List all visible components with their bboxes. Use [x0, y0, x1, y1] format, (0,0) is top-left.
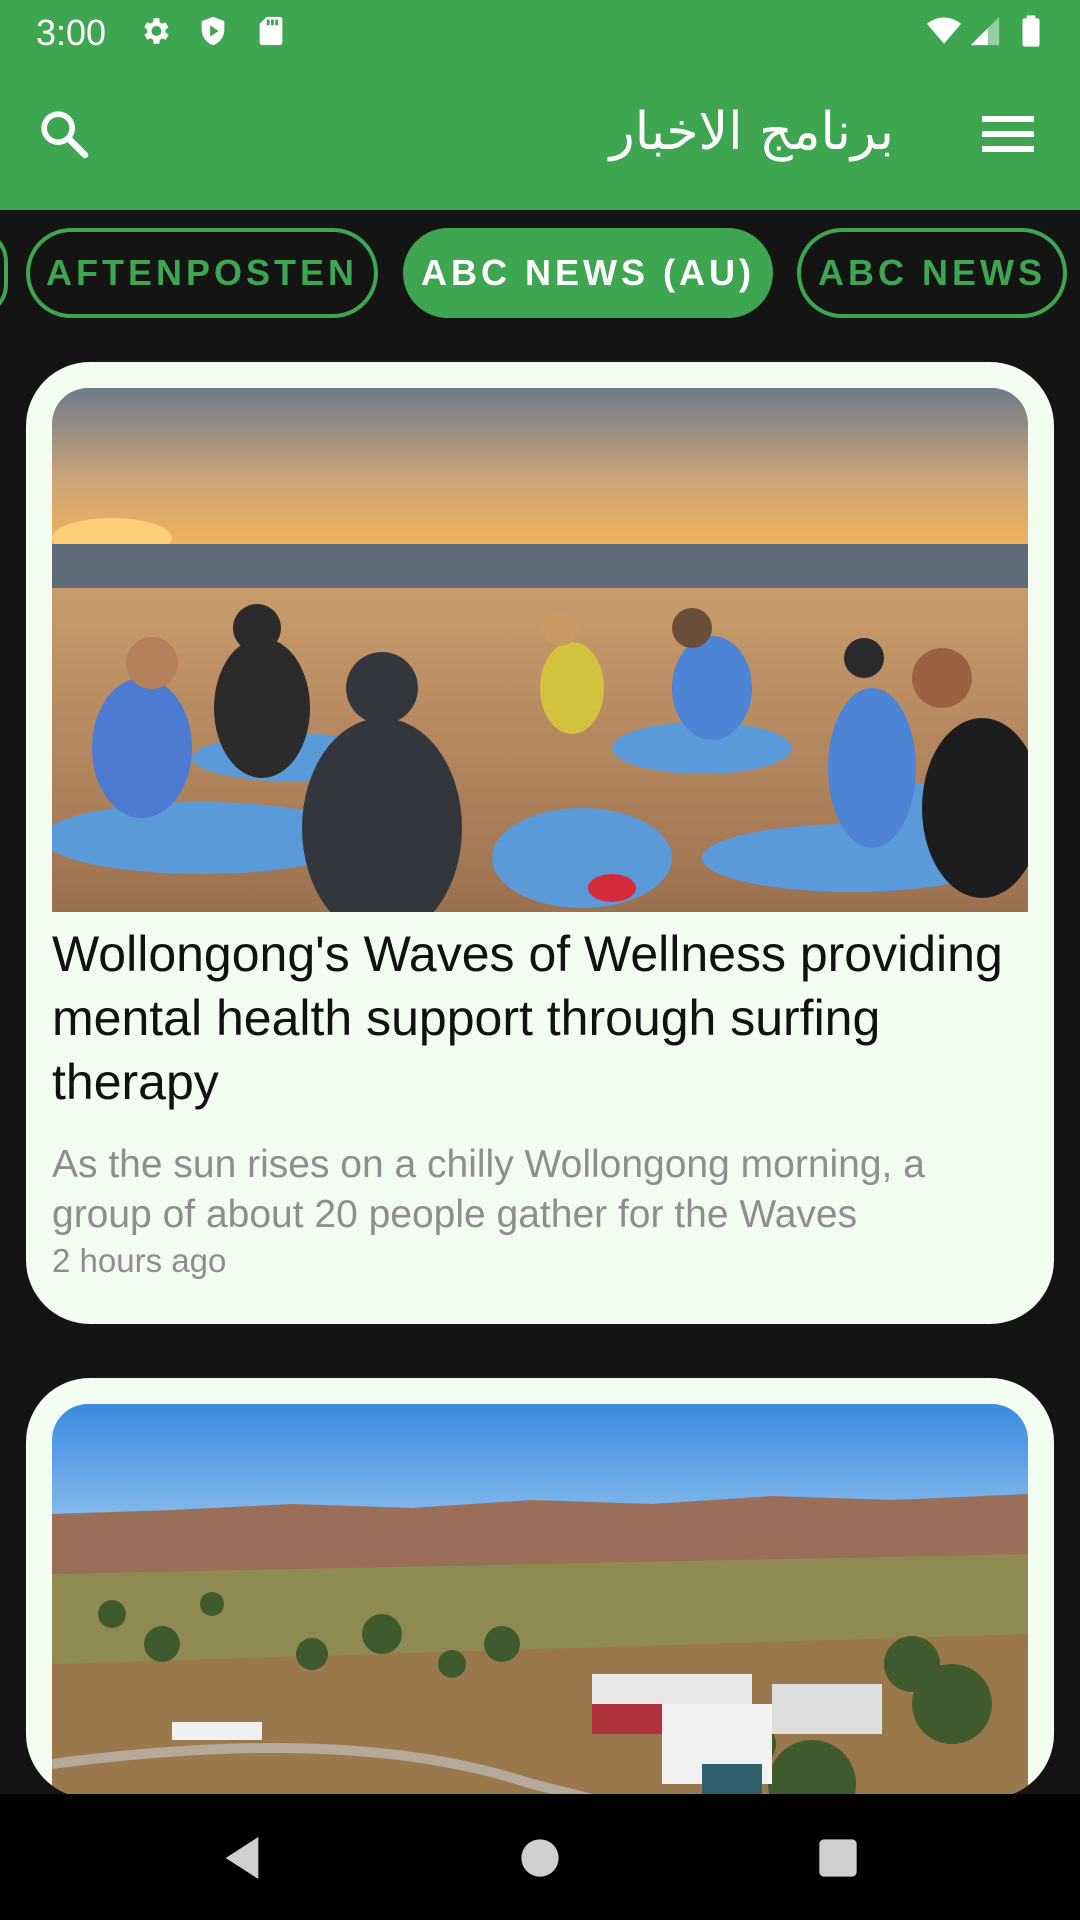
article-time: 2 hours ago: [52, 1242, 227, 1279]
source-chips: AFTENPOSTEN ABC NEWS (AU) ABC NEWS: [0, 210, 1080, 354]
wifi-icon: [927, 17, 961, 44]
article-description: As the sun rises on a chilly Wollongong …: [52, 1143, 925, 1236]
source-chip-aftenposten[interactable]: AFTENPOSTEN: [26, 228, 378, 318]
app-bar: برنامج الاخبار: [0, 62, 1080, 210]
source-chip-abc-news[interactable]: ABC NEWS: [797, 228, 1067, 318]
home-icon[interactable]: [512, 1830, 568, 1886]
article-card[interactable]: [26, 1378, 1054, 1798]
search-icon[interactable]: [36, 106, 92, 162]
sd-card-icon: [259, 16, 283, 46]
status-bar: 3:00: [0, 0, 1080, 62]
signal-icon: [970, 16, 1000, 46]
status-time: 3:00: [36, 12, 107, 53]
app-title: برنامج الاخبار: [609, 102, 894, 162]
article-card[interactable]: Wollongong's Waves of Wellness providing…: [26, 362, 1054, 1324]
recents-icon[interactable]: [810, 1830, 866, 1886]
source-chip-abc-news-au[interactable]: ABC NEWS (AU): [403, 228, 773, 318]
gear-icon: [144, 18, 169, 44]
menu-icon[interactable]: [982, 114, 1034, 154]
system-nav-bar: [0, 1794, 1080, 1920]
battery-icon: [1022, 15, 1040, 47]
article-image: [52, 388, 1028, 912]
shield-icon: [201, 16, 225, 46]
source-chip-partial[interactable]: [0, 228, 8, 318]
article-headline[interactable]: Wollongong's Waves of Wellness providing…: [52, 922, 1012, 1114]
article-image: [52, 1404, 1028, 1798]
back-icon[interactable]: [214, 1830, 270, 1886]
